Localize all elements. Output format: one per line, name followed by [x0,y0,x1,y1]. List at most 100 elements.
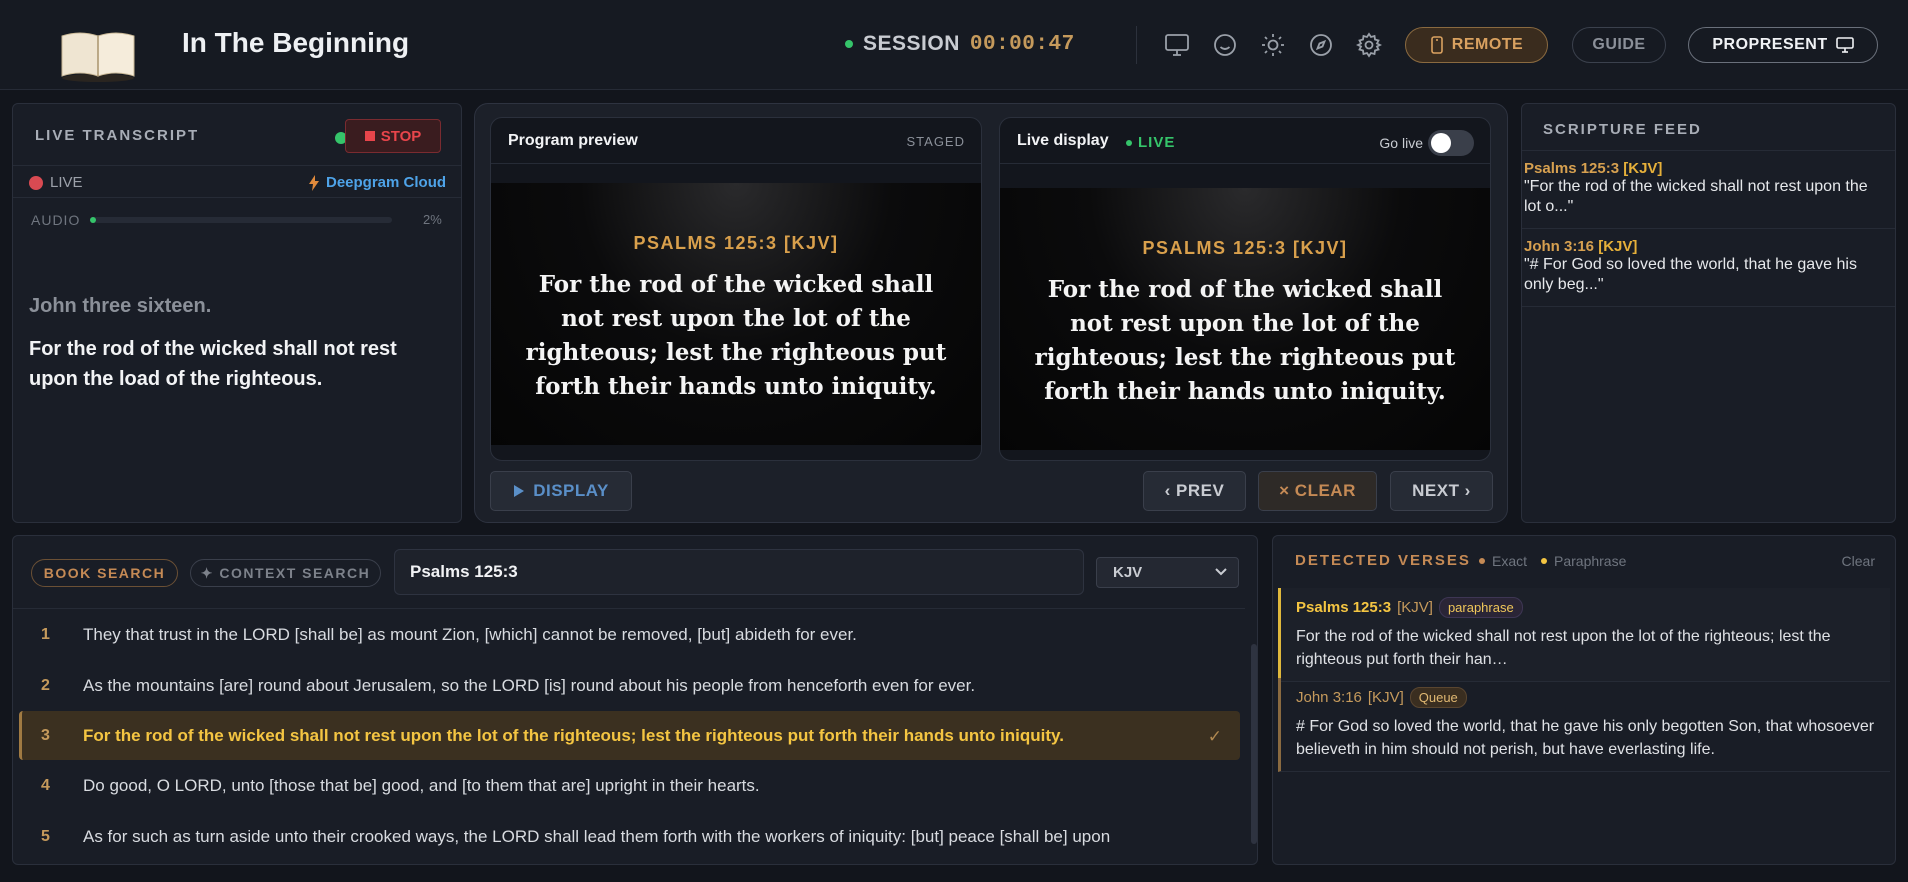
detected-verse-text: # For God so loved the world, that he ga… [1296,718,1875,758]
compass-icon[interactable] [1306,30,1336,60]
stop-button[interactable]: STOP [345,119,441,153]
audio-percent: 2% [423,212,442,227]
app-header: In The Beginning SESSION 00:00:47 REMOTE… [0,0,1908,90]
live-verse-reference: PSALMS 125:3 [KJV] [1142,238,1348,258]
verse-text: Do good, O LORD, unto [those that be] go… [83,775,760,795]
detected-verse-item[interactable]: John 3:16 [KJV] Queue # For God so loved… [1278,678,1890,772]
chevron-down-icon [1215,568,1227,576]
verse-list-scrollbar[interactable] [1251,644,1257,844]
feed-ref-version: [KJV] [1623,160,1663,177]
detected-verse-item[interactable]: Psalms 125:3 [KJV] paraphrase For the ro… [1278,588,1890,682]
queue-badge[interactable]: Queue [1409,687,1467,708]
legend-exact: Exact [1479,553,1527,569]
feed-item-text: "For the rod of the wicked shall not res… [1524,178,1868,215]
remote-button[interactable]: REMOTE [1405,27,1548,63]
stop-label: STOP [380,127,422,145]
detected-verses-title: DETECTED VERSES [1295,552,1471,569]
session-indicator: SESSION 00:00:47 [845,32,1075,56]
live-display-card: Live display LIVE Go live PSALMS 125:3 [… [999,117,1491,461]
session-status-dot [845,40,853,48]
go-live-toggle[interactable] [1428,130,1474,156]
verse-row[interactable]: 1 They that trust in the LORD [shall be]… [13,609,1245,660]
guide-label: GUIDE [1592,36,1646,53]
verse-list: 1 They that trust in the LORD [shall be]… [13,608,1245,862]
scripture-search-input[interactable] [394,549,1084,595]
feed-item-reference: John 3:16 [KJV] [1524,238,1895,255]
legend-paraphrase-dot [1541,558,1547,564]
legend-paraphrase: Paraphrase [1541,553,1626,569]
monitor-icon [1835,37,1854,53]
verse-row[interactable]: 2 As the mountains [are] round about Jer… [13,660,1245,711]
legend-exact-label: Exact [1492,553,1528,569]
staged-badge: STAGED [906,134,965,149]
display-button[interactable]: DISPLAY [490,471,632,511]
live-transcript-panel: LIVE TRANSCRIPT STOP LIVE Deepgram Cloud… [12,103,462,523]
sun-icon[interactable] [1258,30,1288,60]
session-timer: 00:00:47 [969,32,1075,56]
next-label: NEXT › [1412,481,1471,500]
detected-verse-text: For the rod of the wicked shall not rest… [1296,628,1831,668]
feed-item[interactable]: Psalms 125:3 [KJV] "For the rod of the w… [1522,150,1895,227]
display-control-panel: Program preview STAGED PSALMS 125:3 [KJV… [474,103,1508,523]
lightning-icon [309,174,319,191]
monitor-icon[interactable] [1162,30,1192,60]
context-search-tab[interactable]: ✦ CONTEXT SEARCH [190,559,381,587]
guide-button[interactable]: GUIDE [1572,27,1666,63]
transcript-title: LIVE TRANSCRIPT [35,127,200,144]
program-preview-title: Program preview [508,132,638,149]
book-search-tab[interactable]: BOOK SEARCH [31,559,178,587]
propresent-label: PROPRESENT [1712,36,1828,53]
engine-indicator[interactable]: Deepgram Cloud [309,174,446,191]
scripture-feed-title: SCRIPTURE FEED [1543,121,1702,138]
detected-verse-header: Psalms 125:3 [KJV] paraphrase [1296,597,1876,618]
feed-divider [1522,306,1895,307]
go-live-label: Go live [1379,135,1423,151]
header-divider [1136,26,1137,64]
audio-label: AUDIO [31,212,81,228]
next-button[interactable]: NEXT › [1390,471,1493,511]
transcript-status-row: LIVE Deepgram Cloud [13,165,461,198]
live-display-screen[interactable]: PSALMS 125:3 [KJV] For the rod of the wi… [1000,188,1490,450]
live-badge: LIVE [1126,134,1175,151]
program-preview-screen[interactable]: PSALMS 125:3 [KJV] For the rod of the wi… [491,183,981,445]
legend-paraphrase-label: Paraphrase [1554,553,1627,569]
feed-ref-text: John 3:16 [1524,238,1595,255]
live-verse-text: For the rod of the wicked shall not rest… [1034,276,1456,405]
prev-button[interactable]: ‹ PREV [1143,471,1246,511]
feed-item[interactable]: John 3:16 [KJV] "# For God so loved the … [1522,228,1895,305]
phone-icon [1430,36,1443,54]
program-preview-card: Program preview STAGED PSALMS 125:3 [KJV… [490,117,982,461]
recording-dot [29,176,43,190]
bible-version-select[interactable]: KJV [1096,557,1239,588]
verse-row-selected[interactable]: 3 For the rod of the wicked shall not re… [19,711,1240,760]
clear-label: × CLEAR [1279,481,1356,500]
verse-number: 2 [41,676,50,694]
detected-verse-version: [KJV] [1397,599,1433,616]
book-logo-icon [61,32,135,82]
propresent-button[interactable]: PROPRESENT [1688,27,1878,63]
paraphrase-badge: paraphrase [1438,597,1523,618]
verse-text: As for such as turn aside unto their cro… [83,826,1111,846]
clear-display-button[interactable]: × CLEAR [1258,471,1377,511]
audio-level-fill [90,217,97,223]
detected-verse-reference: John 3:16 [1296,689,1362,706]
smiley-icon[interactable] [1210,30,1240,60]
gear-icon[interactable] [1354,30,1384,60]
verse-row[interactable]: 5 As for such as turn aside unto their c… [13,811,1245,862]
program-preview-header: Program preview STAGED [491,118,981,164]
program-verse-text: For the rod of the wicked shall not rest… [525,271,947,400]
audio-level-meter [90,217,392,223]
display-label: DISPLAY [533,481,609,500]
detected-verses-panel: DETECTED VERSES Exact Paraphrase Clear P… [1272,535,1896,865]
verse-text: As the mountains [are] round about Jerus… [83,675,976,695]
verse-number: 5 [41,827,50,845]
clear-detected-button[interactable]: Clear [1842,553,1875,569]
stop-icon [364,131,375,141]
verse-row[interactable]: 4 Do good, O LORD, unto [those that be] … [13,760,1245,811]
live-badge-dot [1126,139,1132,146]
detected-verse-header: John 3:16 [KJV] Queue [1296,687,1876,708]
feed-item-text: "# For God so loved the world, that he g… [1524,256,1857,293]
verse-text: For the rod of the wicked shall not rest… [83,725,1064,745]
verse-search-panel: BOOK SEARCH ✦ CONTEXT SEARCH KJV 1 They … [12,535,1258,865]
play-icon [514,485,525,497]
